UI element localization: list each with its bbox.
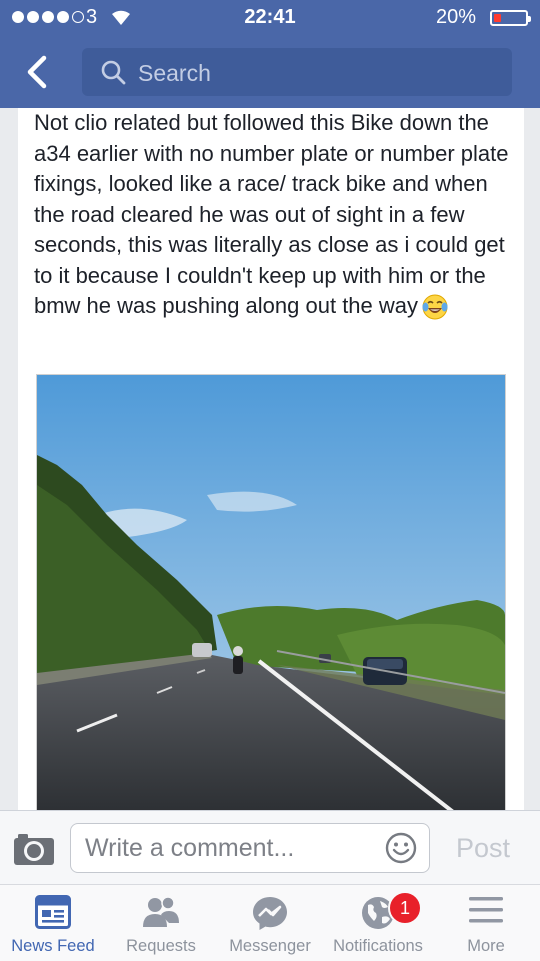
messenger-icon bbox=[253, 897, 287, 930]
tab-messenger[interactable]: Messenger bbox=[216, 885, 324, 961]
post-body: Not clio related but followed this Bike … bbox=[34, 108, 516, 322]
comment-input[interactable] bbox=[83, 824, 377, 873]
tab-notifications[interactable]: 1 Notifications bbox=[326, 885, 430, 961]
status-bar: 3 22:41 20% bbox=[0, 0, 540, 36]
menu-icon bbox=[469, 897, 503, 923]
post-comment-button[interactable]: Post bbox=[456, 833, 510, 864]
search-icon bbox=[101, 60, 126, 85]
search-input[interactable] bbox=[136, 48, 500, 98]
news-feed-icon bbox=[35, 895, 71, 929]
tab-requests[interactable]: Requests bbox=[108, 885, 214, 961]
tab-news-feed[interactable]: News Feed bbox=[0, 885, 106, 961]
tab-label: News Feed bbox=[11, 937, 95, 955]
camera-icon[interactable] bbox=[12, 831, 56, 867]
battery-percentage: 20% bbox=[435, 6, 476, 28]
tab-label: Requests bbox=[126, 937, 196, 955]
tab-label: Messenger bbox=[229, 937, 311, 955]
post-text: Not clio related but followed this Bike … bbox=[34, 110, 509, 318]
tears-of-joy-emoji-icon bbox=[422, 294, 448, 320]
top-header: 3 22:41 20% bbox=[0, 0, 540, 108]
back-button[interactable] bbox=[16, 50, 60, 94]
battery-icon bbox=[490, 10, 531, 26]
friend-requests-icon bbox=[143, 896, 179, 927]
comment-bar: Post bbox=[0, 810, 540, 885]
post-photo[interactable] bbox=[36, 374, 506, 816]
tab-label: Notifications bbox=[333, 937, 423, 955]
comment-field[interactable] bbox=[70, 823, 430, 873]
tab-more[interactable]: More bbox=[432, 885, 540, 961]
post-card: Not clio related but followed this Bike … bbox=[18, 108, 524, 816]
notification-badge: 1 bbox=[388, 891, 422, 925]
tab-label: More bbox=[467, 937, 505, 955]
highway-motorbike-image bbox=[37, 375, 505, 815]
smiley-icon[interactable] bbox=[385, 832, 417, 864]
search-bar[interactable] bbox=[82, 48, 512, 98]
bottom-tab-bar: News Feed Requests Messenger 1 Notificat… bbox=[0, 884, 540, 961]
